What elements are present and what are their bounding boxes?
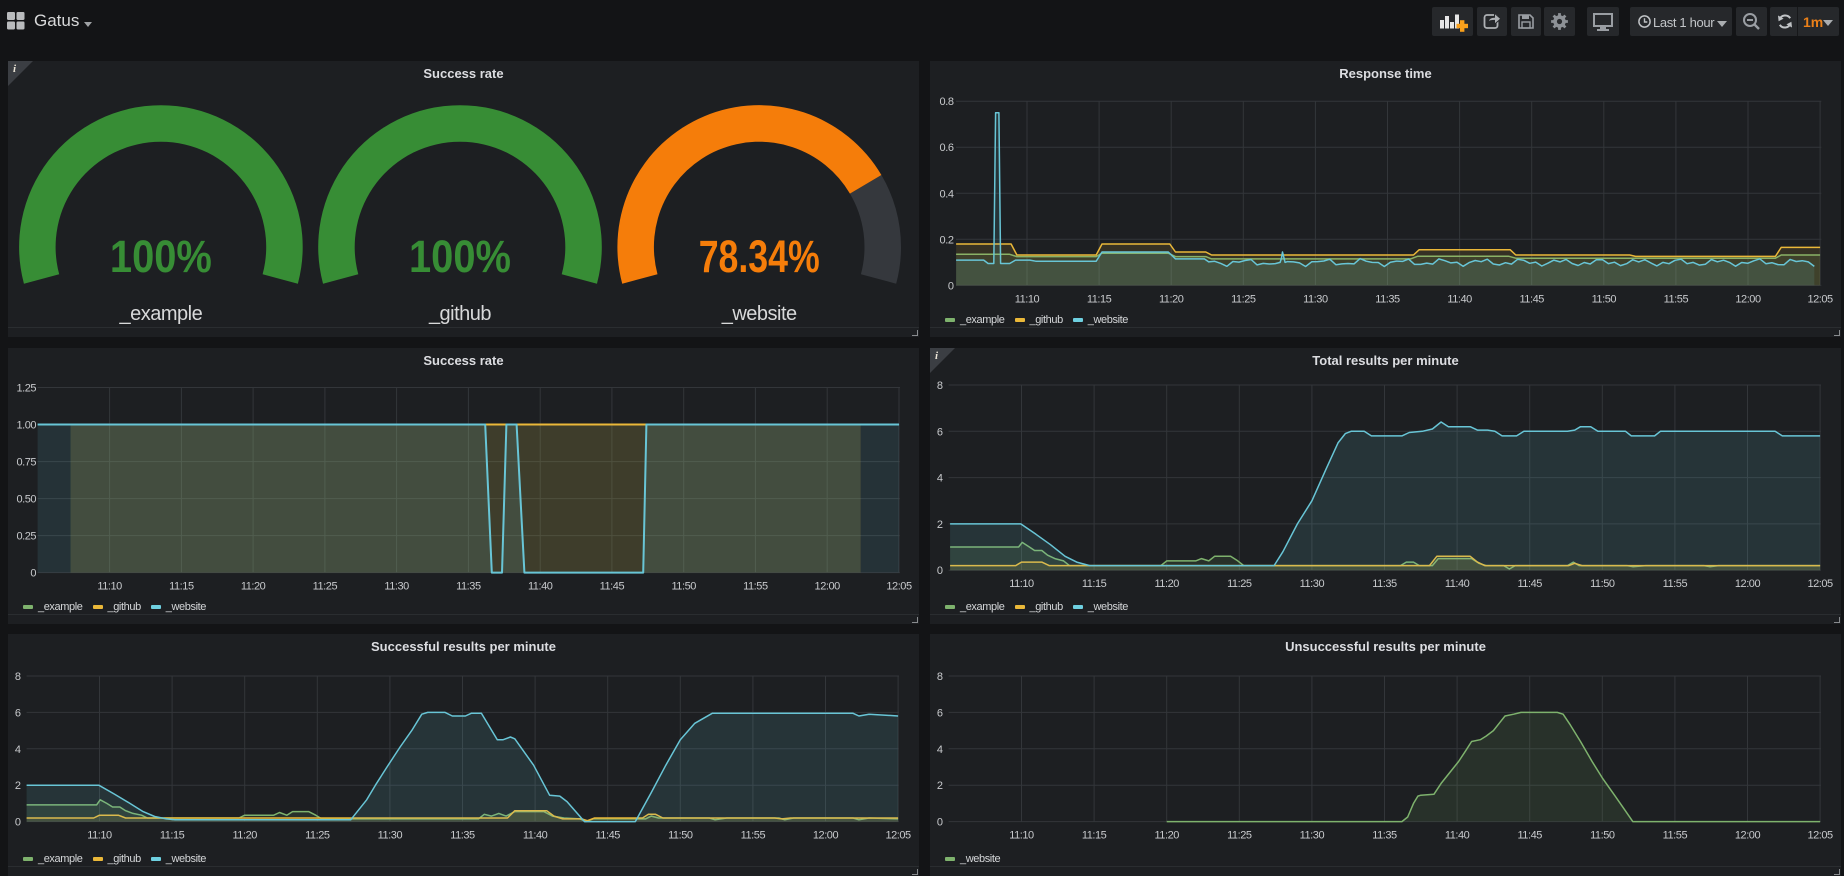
svg-text:4: 4 bbox=[937, 744, 943, 756]
svg-text:11:40: 11:40 bbox=[1447, 293, 1472, 305]
svg-text:11:45: 11:45 bbox=[1517, 578, 1542, 590]
svg-text:11:40: 11:40 bbox=[1445, 830, 1470, 842]
svg-text:11:10: 11:10 bbox=[1015, 293, 1040, 305]
svg-text:11:35: 11:35 bbox=[1372, 830, 1397, 842]
svg-text:11:35: 11:35 bbox=[1375, 293, 1400, 305]
svg-text:12:00: 12:00 bbox=[1735, 293, 1761, 305]
svg-text:11:20: 11:20 bbox=[1159, 293, 1184, 305]
svg-text:11:20: 11:20 bbox=[241, 581, 266, 593]
svg-text:0: 0 bbox=[937, 817, 943, 829]
svg-text:11:10: 11:10 bbox=[1009, 578, 1034, 590]
svg-text:0: 0 bbox=[30, 568, 36, 580]
svg-text:1.00: 1.00 bbox=[16, 420, 36, 432]
svg-text:12:05: 12:05 bbox=[1807, 830, 1833, 842]
svg-text:11:25: 11:25 bbox=[313, 581, 338, 593]
svg-text:11:35: 11:35 bbox=[450, 830, 475, 842]
svg-text:0.4: 0.4 bbox=[940, 188, 954, 200]
svg-text:0.75: 0.75 bbox=[16, 457, 36, 469]
svg-text:11:15: 11:15 bbox=[1082, 830, 1107, 842]
svg-text:11:55: 11:55 bbox=[1663, 578, 1688, 590]
svg-text:0: 0 bbox=[15, 817, 21, 829]
svg-text:11:40: 11:40 bbox=[523, 830, 548, 842]
svg-text:0.6: 0.6 bbox=[940, 142, 954, 154]
svg-text:11:25: 11:25 bbox=[1227, 830, 1252, 842]
svg-text:12:05: 12:05 bbox=[885, 830, 911, 842]
svg-text:12:00: 12:00 bbox=[815, 581, 841, 593]
svg-text:11:45: 11:45 bbox=[1519, 293, 1544, 305]
svg-text:1.25: 1.25 bbox=[16, 383, 36, 395]
svg-text:6: 6 bbox=[937, 426, 943, 438]
svg-text:11:25: 11:25 bbox=[1227, 578, 1252, 590]
svg-text:100%: 100% bbox=[110, 231, 212, 282]
svg-text:11:20: 11:20 bbox=[1154, 578, 1179, 590]
svg-text:11:55: 11:55 bbox=[1663, 830, 1688, 842]
svg-text:0: 0 bbox=[937, 565, 943, 577]
svg-text:11:40: 11:40 bbox=[1445, 578, 1470, 590]
svg-text:11:50: 11:50 bbox=[1592, 293, 1617, 305]
svg-text:11:15: 11:15 bbox=[1087, 293, 1112, 305]
svg-text:8: 8 bbox=[937, 380, 943, 392]
svg-text:0.2: 0.2 bbox=[940, 234, 954, 246]
svg-text:11:30: 11:30 bbox=[1300, 578, 1325, 590]
svg-text:12:00: 12:00 bbox=[1735, 578, 1761, 590]
svg-text:2: 2 bbox=[937, 519, 943, 531]
svg-text:4: 4 bbox=[937, 473, 943, 485]
svg-text:11:50: 11:50 bbox=[668, 830, 693, 842]
svg-text:4: 4 bbox=[15, 744, 21, 756]
svg-text:6: 6 bbox=[15, 707, 21, 719]
svg-text:11:15: 11:15 bbox=[169, 581, 194, 593]
svg-text:11:30: 11:30 bbox=[1300, 830, 1325, 842]
svg-text:0.25: 0.25 bbox=[16, 531, 36, 543]
svg-text:0.50: 0.50 bbox=[16, 494, 36, 506]
svg-text:12:00: 12:00 bbox=[1735, 830, 1761, 842]
svg-text:11:10: 11:10 bbox=[1009, 830, 1034, 842]
svg-text:11:30: 11:30 bbox=[378, 830, 403, 842]
svg-text:11:45: 11:45 bbox=[600, 581, 625, 593]
svg-text:100%: 100% bbox=[409, 231, 511, 282]
svg-text:2: 2 bbox=[937, 780, 943, 792]
svg-text:_website: _website bbox=[721, 303, 797, 325]
svg-text:12:05: 12:05 bbox=[886, 581, 912, 593]
svg-text:_github: _github bbox=[428, 303, 491, 325]
svg-text:11:50: 11:50 bbox=[1590, 578, 1615, 590]
svg-text:11:55: 11:55 bbox=[1664, 293, 1689, 305]
svg-text:11:10: 11:10 bbox=[87, 830, 112, 842]
svg-text:11:50: 11:50 bbox=[671, 581, 696, 593]
svg-text:11:55: 11:55 bbox=[741, 830, 766, 842]
svg-text:11:15: 11:15 bbox=[160, 830, 185, 842]
svg-text:11:35: 11:35 bbox=[456, 581, 481, 593]
svg-text:_example: _example bbox=[119, 303, 203, 325]
svg-text:12:00: 12:00 bbox=[813, 830, 839, 842]
svg-text:11:55: 11:55 bbox=[743, 581, 768, 593]
svg-text:11:30: 11:30 bbox=[384, 581, 409, 593]
svg-text:11:45: 11:45 bbox=[595, 830, 620, 842]
svg-text:11:15: 11:15 bbox=[1082, 578, 1107, 590]
svg-text:12:05: 12:05 bbox=[1807, 578, 1833, 590]
svg-text:11:20: 11:20 bbox=[1154, 830, 1179, 842]
svg-text:11:45: 11:45 bbox=[1517, 830, 1542, 842]
svg-text:11:50: 11:50 bbox=[1590, 830, 1615, 842]
svg-text:11:30: 11:30 bbox=[1303, 293, 1328, 305]
svg-text:2: 2 bbox=[15, 780, 21, 792]
svg-text:0.8: 0.8 bbox=[940, 96, 954, 108]
svg-text:11:20: 11:20 bbox=[232, 830, 257, 842]
svg-text:12:05: 12:05 bbox=[1807, 293, 1833, 305]
svg-text:11:25: 11:25 bbox=[305, 830, 330, 842]
svg-text:6: 6 bbox=[937, 707, 943, 719]
svg-text:78.34%: 78.34% bbox=[699, 231, 820, 282]
svg-text:11:35: 11:35 bbox=[1372, 578, 1397, 590]
svg-text:8: 8 bbox=[15, 671, 21, 683]
svg-text:11:10: 11:10 bbox=[97, 581, 122, 593]
svg-text:0: 0 bbox=[948, 280, 954, 292]
svg-text:11:25: 11:25 bbox=[1231, 293, 1256, 305]
svg-text:11:40: 11:40 bbox=[528, 581, 553, 593]
svg-text:8: 8 bbox=[937, 671, 943, 683]
